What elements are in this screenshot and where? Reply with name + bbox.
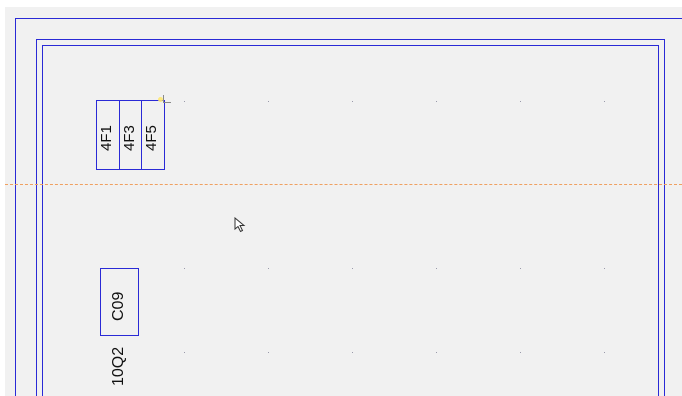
grid-dot — [520, 268, 521, 269]
snap-point-highlight — [158, 97, 163, 102]
insertion-corner-mark — [163, 95, 171, 103]
component-10q2-label[interactable]: 10Q2 — [110, 347, 127, 386]
drawing-canvas[interactable]: 4F1 4F3 4F5 C09 10Q2 — [0, 0, 682, 396]
grid-dot — [184, 101, 185, 102]
horizontal-guide-line — [5, 184, 682, 185]
grid-dot — [184, 352, 185, 353]
grid-dot — [604, 268, 605, 269]
grid-dot — [436, 352, 437, 353]
grid-dot — [436, 268, 437, 269]
arrow-pointer-icon — [234, 217, 246, 233]
sheet-border-inner — [42, 45, 659, 396]
grid-dot — [604, 101, 605, 102]
grid-dot — [520, 101, 521, 102]
terminal-4f1-label: 4F1 — [98, 125, 115, 151]
component-c09-label: C09 — [110, 291, 127, 321]
terminal-4f5-label: 4F5 — [143, 125, 160, 151]
grid-dot — [268, 268, 269, 269]
terminal-4f3-label: 4F3 — [121, 125, 138, 151]
grid-dot — [604, 352, 605, 353]
grid-dot — [268, 352, 269, 353]
grid-dot — [352, 101, 353, 102]
grid-dot — [268, 101, 269, 102]
grid-dot — [352, 352, 353, 353]
grid-dot — [184, 268, 185, 269]
grid-dot — [352, 268, 353, 269]
grid-dot — [520, 352, 521, 353]
grid-dot — [436, 101, 437, 102]
